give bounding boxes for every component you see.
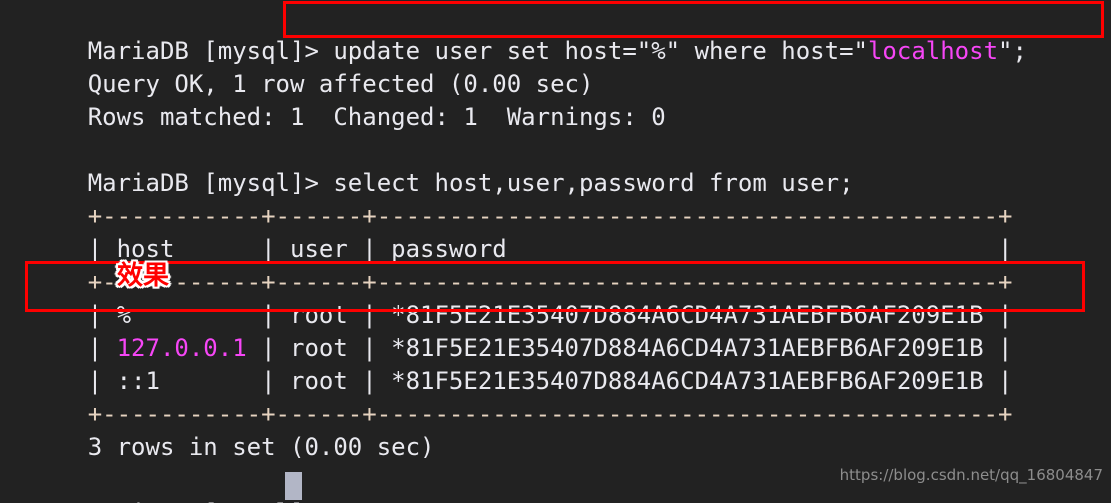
- result-footer-text: 3 rows in set (0.00 sec): [87, 433, 435, 461]
- command-text-select: select host,user,password from user;: [333, 169, 854, 197]
- command-text-update-part2: ";: [998, 37, 1027, 65]
- shell-prompt: MariaDB [mysql]>: [87, 37, 334, 65]
- shell-prompt: MariaDB [mysql]>: [87, 169, 334, 197]
- watermark-text: https://blog.csdn.net/qq_16804847: [839, 466, 1103, 484]
- terminal-cursor: [285, 472, 302, 500]
- terminal-output: MariaDB [mysql]> update user set host="%…: [0, 2, 1111, 503]
- table-border-text: +-----------+------+--------------------…: [87, 202, 1013, 230]
- terminal-window[interactable]: MariaDB [mysql]> update user set host="%…: [0, 0, 1111, 503]
- table-row-text-prefix: |: [87, 334, 117, 362]
- terminal-line: MariaDB [mysql]> select host,user,passwo…: [0, 134, 1111, 197]
- table-border-text: +-----------+------+--------------------…: [87, 400, 1013, 428]
- table-row-text: | % | root | *81F5E21E35407D884A6CD4A731…: [87, 301, 1013, 329]
- table-row-text-suffix: | root | *81F5E21E35407D884A6CD4A731AEBF…: [246, 334, 1013, 362]
- table-header-text: | host | user | password |: [87, 235, 1013, 263]
- terminal-line: MariaDB [mysql]> update user set host="%…: [0, 2, 1111, 65]
- table-border-text: +-----------+------+--------------------…: [87, 268, 1013, 296]
- query-status-text: Query OK, 1 row affected (0.00 sec): [87, 70, 594, 98]
- annotation-label-effect: 效果: [117, 261, 170, 291]
- command-text-update-part1: update user set host="%" where host=": [333, 37, 868, 65]
- table-cell-host-127: 127.0.0.1: [116, 334, 247, 362]
- query-detail-text: Rows matched: 1 Changed: 1 Warnings: 0: [87, 103, 666, 131]
- command-value-localhost: localhost: [867, 37, 999, 65]
- table-row-text: | ::1 | root | *81F5E21E35407D884A6CD4A7…: [87, 367, 1013, 395]
